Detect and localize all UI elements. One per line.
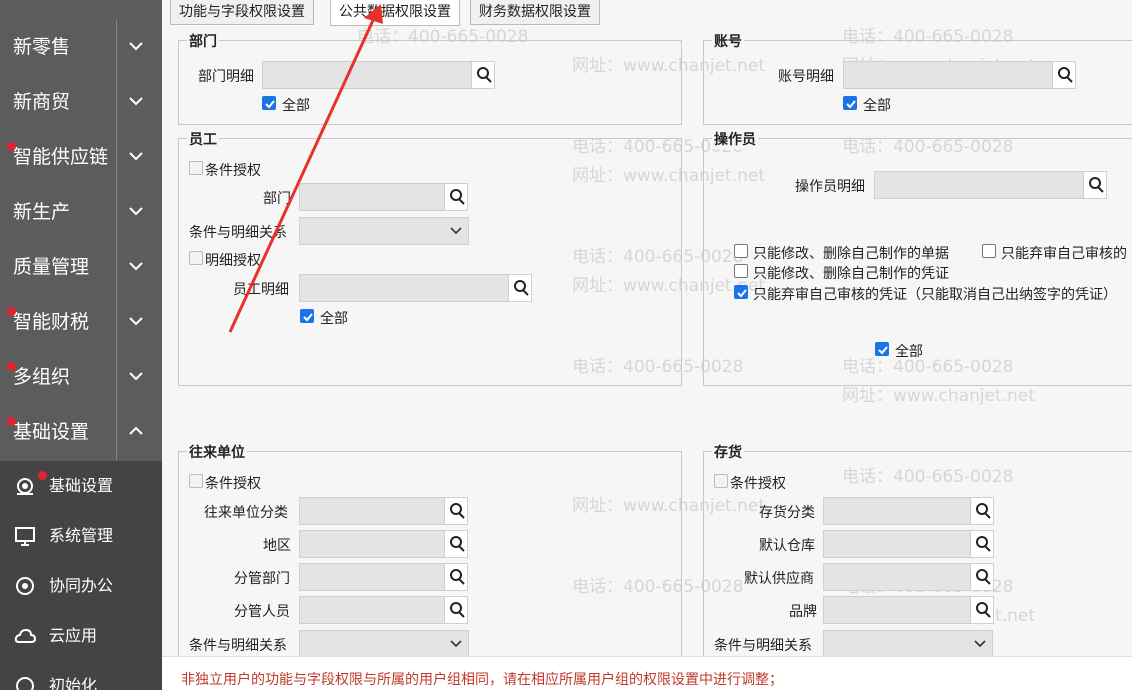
- notification-dot: [7, 417, 16, 426]
- sidebar: 新零售 新商贸 智能供应链 新生产 质量管理 智能财税 多组织 基础设置 基础设…: [0, 0, 162, 690]
- sub-item-init[interactable]: 初始化: [0, 661, 162, 690]
- nav-item-supply-chain[interactable]: 智能供应链: [0, 130, 162, 185]
- nav-label: 质量管理: [13, 256, 90, 278]
- notification-dot: [7, 142, 16, 151]
- nav-label: 智能财税: [13, 311, 90, 333]
- notification-dot: [7, 362, 16, 371]
- chevron-down-icon[interactable]: [116, 130, 156, 185]
- sub-item-label: 系统管理: [49, 526, 114, 545]
- nav-item-multi-org[interactable]: 多组织: [0, 350, 162, 405]
- annotation-arrow: [228, 4, 383, 333]
- notification-dot: [7, 307, 16, 316]
- nav-label: 智能供应链: [13, 146, 109, 168]
- nav-item-basic-settings[interactable]: 基础设置: [0, 405, 162, 460]
- cloud-icon: [14, 628, 36, 643]
- chevron-down-icon[interactable]: [116, 295, 156, 350]
- notification-dot: [38, 471, 47, 480]
- nav-label: 基础设置: [13, 421, 90, 443]
- nav-item-new-trade[interactable]: 新商贸: [0, 75, 162, 130]
- sub-item-label: 初始化: [49, 676, 98, 690]
- main-panel: 功能与字段权限设置 公共数据权限设置 财务数据权限设置 电话：400-665-0…: [162, 0, 1132, 690]
- sub-item-label: 基础设置: [49, 476, 114, 495]
- chevron-down-icon[interactable]: [116, 20, 156, 75]
- notice-text: 非独立用户的功能与字段权限与所属的用户组相同，请在相应所属用户组的权限设置中进行…: [181, 672, 783, 688]
- sub-item-system[interactable]: 系统管理: [0, 511, 162, 561]
- nav-item-quality[interactable]: 质量管理: [0, 240, 162, 295]
- sub-item-cloud[interactable]: 云应用: [0, 611, 162, 661]
- chevron-down-icon[interactable]: [116, 185, 156, 240]
- sub-item-collab[interactable]: 协同办公: [0, 561, 162, 611]
- sub-item-label: 云应用: [49, 626, 98, 645]
- init-icon: [16, 677, 34, 690]
- monitor-icon: [15, 527, 35, 546]
- nav-item-finance-tax[interactable]: 智能财税: [0, 295, 162, 350]
- gear-icon: [17, 478, 33, 495]
- nav-label: 新生产: [13, 201, 71, 223]
- chevron-up-icon[interactable]: [116, 405, 156, 460]
- nav-label: 多组织: [13, 366, 71, 388]
- sync-icon: [16, 577, 34, 595]
- nav-item-production[interactable]: 新生产: [0, 185, 162, 240]
- chevron-down-icon[interactable]: [116, 75, 156, 130]
- sub-item-basic-settings[interactable]: 基础设置: [0, 461, 162, 511]
- nav-partial: [0, 0, 162, 12]
- sub-menu: 基础设置 系统管理 协同办公 云应用 初始化: [0, 461, 162, 690]
- sub-item-label: 协同办公: [49, 576, 114, 595]
- nav-label: 新商贸: [13, 91, 71, 113]
- nav-label: 新零售: [13, 36, 71, 58]
- notice-bar: 非独立用户的功能与字段权限与所属的用户组相同，请在相应所属用户组的权限设置中进行…: [162, 656, 1132, 690]
- chevron-down-icon[interactable]: [116, 240, 156, 295]
- nav-item-new-retail[interactable]: 新零售: [0, 20, 162, 75]
- chevron-down-icon[interactable]: [116, 350, 156, 405]
